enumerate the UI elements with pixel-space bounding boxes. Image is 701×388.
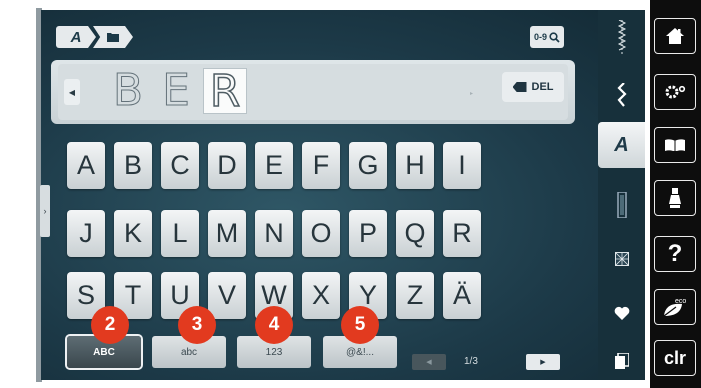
key-r[interactable]: R	[443, 210, 481, 257]
favorites-tab[interactable]	[598, 290, 645, 336]
eco-icon: eco	[663, 298, 686, 317]
breadcrumb: A	[56, 26, 133, 48]
callout-badge: 3	[178, 306, 216, 344]
folder-icon	[107, 33, 119, 42]
field-scroll-right[interactable]: ▸	[470, 90, 473, 97]
key-n[interactable]: N	[255, 210, 293, 257]
key-c[interactable]: C	[161, 142, 199, 189]
field-scroll-left[interactable]: ◀	[64, 79, 80, 105]
delete-button[interactable]: DEL	[502, 72, 564, 102]
callout-badge: 5	[341, 306, 379, 344]
page-indicator: 1/3	[464, 356, 478, 367]
eco-label: eco	[675, 298, 686, 305]
alphabet-icon: A	[614, 133, 629, 156]
preview-letter-selected[interactable]: R	[203, 68, 247, 115]
breadcrumb-font-label: A	[70, 28, 82, 46]
callout-badge: 2	[91, 306, 129, 344]
breadcrumb-folder[interactable]	[93, 26, 133, 48]
presser-foot-button[interactable]	[654, 180, 696, 216]
key-k[interactable]: K	[114, 210, 152, 257]
help-icon: ?	[667, 240, 683, 267]
clear-icon: clr	[663, 347, 687, 368]
key-f[interactable]: F	[302, 142, 340, 189]
zigzag-icon	[616, 83, 627, 107]
home-button[interactable]	[654, 18, 696, 54]
straight-stitch-icon	[617, 20, 626, 54]
key-a[interactable]: A	[67, 142, 105, 189]
key-o[interactable]: O	[302, 210, 340, 257]
search-label: 0-9	[533, 32, 547, 42]
search-button[interactable]: 0-9	[530, 26, 564, 48]
straight-stitch-tab[interactable]	[598, 14, 645, 60]
callout-badge: 4	[255, 306, 293, 344]
presser-foot-icon	[669, 188, 681, 208]
quilt-icon	[614, 252, 629, 266]
key-z[interactable]: Z	[396, 272, 434, 319]
page-prev-button[interactable]: ◀	[412, 354, 446, 370]
key-v[interactable]: V	[208, 272, 246, 319]
left-panel-handle[interactable]: ›	[40, 185, 50, 237]
breadcrumb-font[interactable]: A	[56, 26, 96, 48]
personal-memory-tab[interactable]	[598, 338, 645, 384]
favorite-icon	[614, 306, 629, 320]
key-j[interactable]: J	[67, 210, 105, 257]
key-d[interactable]: D	[208, 142, 246, 189]
preview-letter[interactable]: B	[106, 67, 150, 114]
buttonhole-icon	[616, 192, 627, 218]
tutorial-button[interactable]	[654, 127, 696, 163]
help-button[interactable]: ?	[654, 236, 696, 272]
key-m[interactable]: M	[208, 210, 246, 257]
backspace-icon	[512, 82, 527, 92]
page-next-button[interactable]: ▶	[526, 354, 560, 370]
clear-button[interactable]: clr	[654, 340, 696, 376]
eco-button[interactable]: eco	[654, 289, 696, 325]
setup-icon	[665, 85, 686, 99]
setup-button[interactable]	[654, 74, 696, 110]
key-a-umlaut[interactable]: Ä	[443, 272, 481, 319]
key-x[interactable]: X	[302, 272, 340, 319]
key-p[interactable]: P	[349, 210, 387, 257]
quilt-stitch-tab[interactable]	[598, 236, 645, 282]
home-icon	[666, 28, 684, 44]
key-i[interactable]: I	[443, 142, 481, 189]
key-e[interactable]: E	[255, 142, 293, 189]
key-b[interactable]: B	[114, 142, 152, 189]
personal-memory-icon	[614, 353, 629, 369]
alphabet-tab[interactable]: A	[598, 122, 645, 168]
key-q[interactable]: Q	[396, 210, 434, 257]
zigzag-stitch-tab[interactable]	[598, 72, 645, 118]
key-h[interactable]: H	[396, 142, 434, 189]
preview-letter[interactable]: E	[154, 67, 198, 114]
tutorial-icon	[665, 139, 685, 151]
key-l[interactable]: L	[161, 210, 199, 257]
buttonhole-tab[interactable]	[598, 182, 645, 228]
delete-label: DEL	[531, 81, 554, 93]
key-g[interactable]: G	[349, 142, 387, 189]
search-icon	[549, 31, 560, 43]
